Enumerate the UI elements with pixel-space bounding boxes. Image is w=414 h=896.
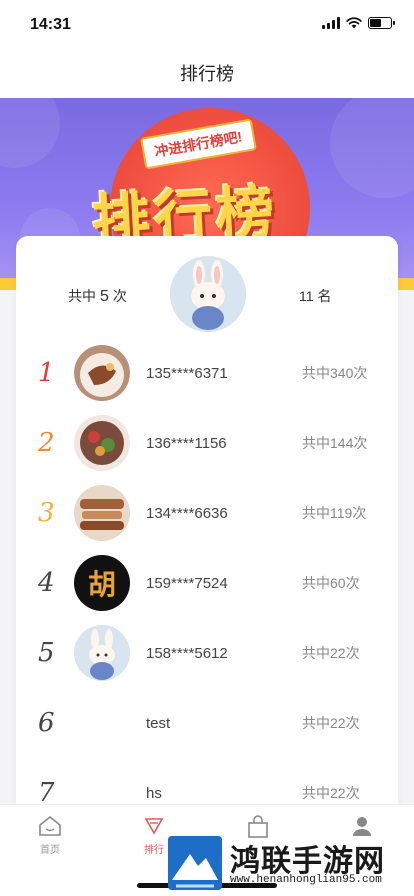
ranking-hits: 共中144次 — [302, 435, 368, 451]
ranking-hits: 共中22次 — [302, 645, 360, 661]
ranking-phone: test — [146, 714, 171, 732]
ranking-phone: hs — [146, 784, 162, 802]
nav-bar: 排行榜 — [0, 48, 414, 98]
my-count-value: 5 — [100, 288, 109, 305]
my-avatar[interactable] — [170, 256, 246, 332]
my-rank: 11 名 — [299, 286, 331, 306]
my-count-suffix: 次 — [112, 288, 127, 304]
ranking-row[interactable]: 5 158****5612 共中22次 — [16, 618, 398, 688]
ranking-hits: 共中60次 — [302, 575, 360, 591]
ranking-hits: 共中22次 — [302, 785, 360, 801]
tab-ranking-label: 排行 — [144, 845, 164, 856]
avatar-glyph: 胡 — [87, 568, 116, 601]
rank-number: 5 — [38, 638, 55, 668]
cellular-signal-icon — [322, 17, 340, 29]
wifi-icon — [346, 17, 362, 29]
bunny-avatar — [74, 625, 130, 681]
rank-number: 1 — [38, 358, 55, 388]
tab-home[interactable]: 首页 — [20, 815, 80, 856]
home-icon — [39, 815, 61, 836]
calligraphy-avatar: 胡 — [74, 555, 130, 611]
watermark-url: www.henanhonglian95.com — [230, 874, 382, 886]
ranking-hits: 共中119次 — [302, 505, 367, 521]
site-watermark: 鸿联手游网 www.henanhonglian95.com — [168, 834, 412, 892]
ranking-phone: 134****6636 — [146, 504, 228, 522]
my-rank-value: 11 — [299, 288, 314, 304]
rank-number: 6 — [38, 708, 55, 738]
ranking-hits: 共中22次 — [302, 715, 360, 731]
ranking-row[interactable]: 6 test 共中22次 — [16, 688, 398, 758]
rank-number: 2 — [38, 428, 55, 458]
ranking-phone: 158****5612 — [146, 644, 228, 662]
ranking-card: 共中 5 次 11 名 1 135****6371 共中340次 2 136**… — [16, 236, 398, 836]
page-title: 排行榜 — [180, 64, 234, 84]
watermark-logo — [168, 836, 222, 890]
bunny-icon — [170, 256, 246, 332]
my-rank-suffix: 名 — [317, 288, 332, 304]
food-plate-avatar — [74, 345, 130, 401]
ranking-row[interactable]: 1 135****6371 共中340次 — [16, 338, 398, 408]
ranking-phone: 135****6371 — [146, 364, 228, 382]
salad-avatar — [74, 415, 130, 471]
ranking-phone: 136****1156 — [146, 434, 227, 452]
ranking-row[interactable]: 3 134****6636 共中119次 — [16, 478, 398, 548]
ranking-row[interactable]: 2 136****1156 共中144次 — [16, 408, 398, 478]
rank-number: 4 — [38, 568, 55, 598]
battery-icon — [368, 17, 395, 29]
my-hit-count: 共中 5 次 — [68, 286, 127, 306]
my-stats-row: 共中 5 次 11 名 — [16, 236, 398, 346]
my-count-prefix: 共中 — [68, 288, 96, 304]
ranking-row[interactable]: 4 胡 159****7524 共中60次 — [16, 548, 398, 618]
ranking-phone: 159****7524 — [146, 574, 228, 592]
rank-number: 3 — [38, 498, 55, 528]
tab-home-label: 首页 — [40, 845, 60, 856]
bread-avatar — [74, 485, 130, 541]
status-icons — [322, 17, 395, 29]
ranking-hits: 共中340次 — [302, 365, 368, 381]
status-bar: 14:31 — [0, 0, 414, 48]
ranking-icon — [144, 818, 164, 835]
status-time: 14:31 — [30, 16, 71, 33]
